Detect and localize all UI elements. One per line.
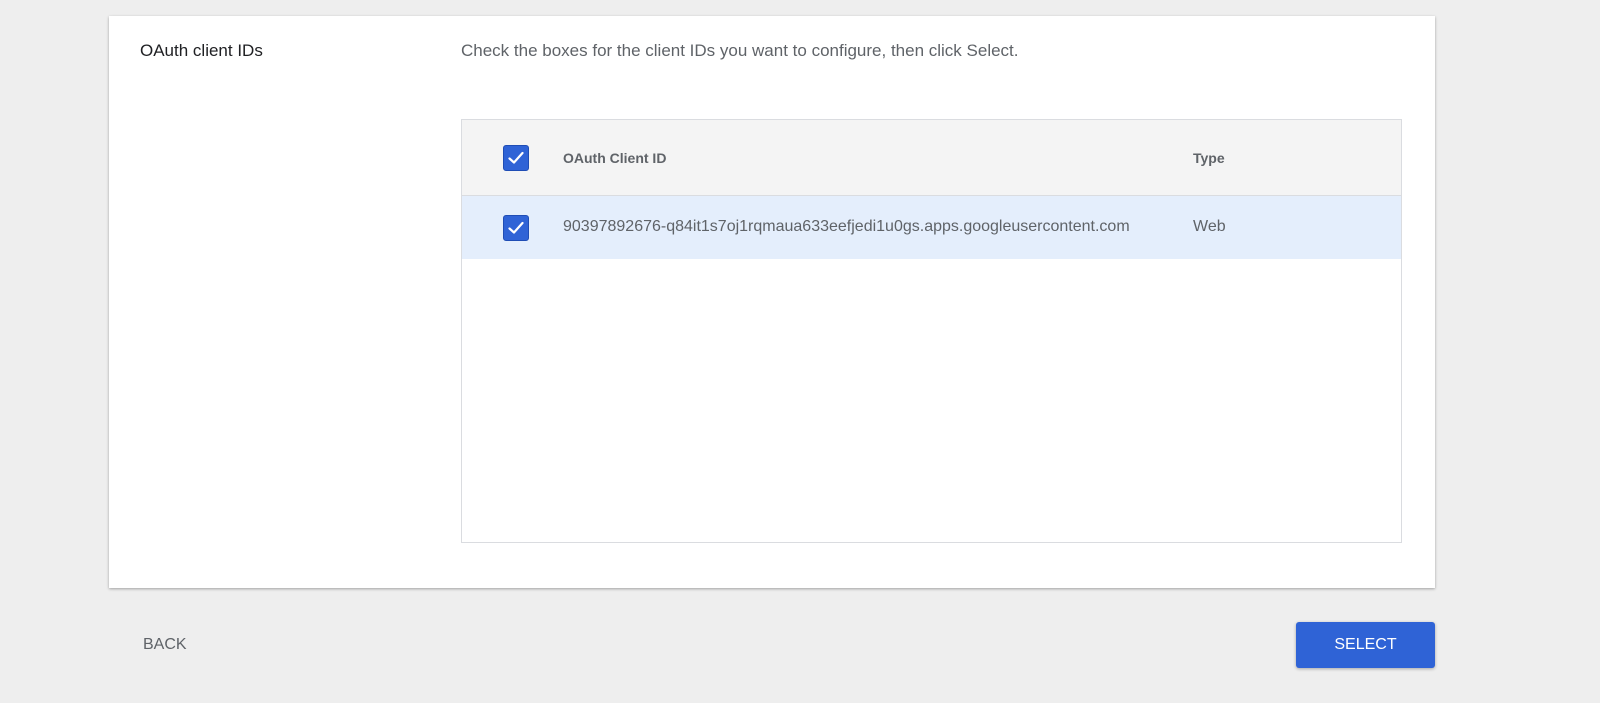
- instructions-text: Check the boxes for the client IDs you w…: [461, 41, 1019, 60]
- back-button[interactable]: BACK: [131, 622, 201, 668]
- column-header-type[interactable]: Type: [1193, 150, 1225, 166]
- row-checkbox[interactable]: [503, 215, 529, 241]
- top-spacer: [0, 0, 1600, 16]
- table-row[interactable]: 90397892676-q84it1s7oj1rqmaua633eefjedi1…: [462, 196, 1401, 259]
- client-id-cell: 90397892676-q84it1s7oj1rqmaua633eefjedi1…: [563, 218, 1130, 235]
- section-title: OAuth client IDs: [140, 41, 263, 60]
- check-icon: [508, 221, 524, 234]
- page: OAuth client IDs Check the boxes for the…: [0, 0, 1600, 703]
- client-id-table: OAuth Client ID Type 90397892676-q84it1s…: [461, 119, 1402, 543]
- select-button[interactable]: SELECT: [1296, 622, 1435, 668]
- check-icon: [508, 151, 524, 164]
- table-header: OAuth Client ID Type: [462, 120, 1401, 196]
- select-all-checkbox[interactable]: [503, 145, 529, 171]
- oauth-client-card: OAuth client IDs Check the boxes for the…: [109, 16, 1435, 588]
- column-header-client-id[interactable]: OAuth Client ID: [563, 150, 666, 166]
- type-cell: Web: [1193, 218, 1226, 235]
